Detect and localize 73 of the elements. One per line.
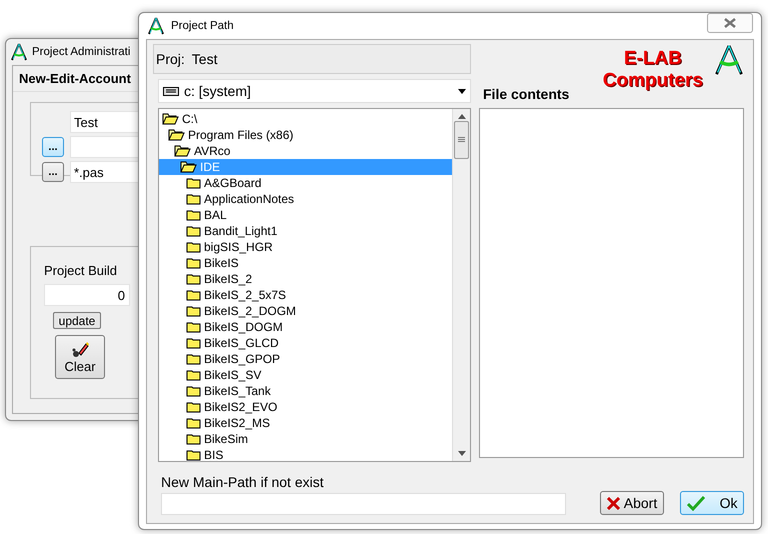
folder-icon	[186, 321, 201, 333]
folder-icon	[186, 433, 201, 445]
folder-item[interactable]: BikeIS_2_DOGM	[159, 303, 452, 319]
drive-icon	[163, 86, 179, 96]
new-path-label: New Main-Path if not exist	[161, 474, 325, 490]
folder-item[interactable]: BIS	[159, 447, 452, 461]
folder-item[interactable]: BikeIS_GPOP	[159, 351, 452, 367]
open-folder-icon	[174, 145, 191, 157]
folder-item[interactable]: BikeIS_GLCD	[159, 335, 452, 351]
eraser-icon	[71, 340, 89, 356]
folder-list[interactable]	[158, 108, 471, 462]
folder-icon	[186, 369, 201, 381]
file-contents-label: File contents	[483, 86, 570, 102]
folder-icon	[186, 401, 201, 413]
checkmark-icon	[686, 496, 705, 510]
clear-button[interactable]: Clear	[55, 335, 105, 379]
close-icon	[724, 18, 736, 28]
app-logo-icon	[147, 17, 165, 35]
folder-item[interactable]: bigSIS_HGR	[159, 239, 452, 255]
folder-icon	[186, 177, 201, 189]
build-label: Project Build	[44, 263, 118, 278]
folder-icon	[186, 305, 201, 317]
folder-item[interactable]: BikeSim	[159, 431, 452, 447]
grip-icon	[458, 137, 465, 143]
drive-dropdown[interactable]: c: [system]	[158, 79, 471, 103]
window-title: Project Administrati	[32, 46, 130, 58]
scroll-up-icon	[458, 114, 466, 119]
folder-item[interactable]: BikeIS	[159, 255, 452, 271]
folder-icon	[186, 273, 201, 285]
folder-icon	[186, 417, 201, 429]
folder-item[interactable]: BikeIS_2	[159, 271, 452, 287]
folder-item[interactable]: AVRco	[159, 143, 452, 159]
folder-icon	[186, 241, 201, 253]
window-title: Project Path	[171, 20, 234, 32]
scrollbar[interactable]	[452, 109, 470, 461]
x-icon	[606, 496, 620, 510]
folder-item[interactable]: BAL	[159, 207, 452, 223]
folder-item[interactable]: BikeIS_DOGM	[159, 319, 452, 335]
scroll-thumb[interactable]	[454, 121, 469, 159]
compass-logo-drawing	[713, 44, 745, 76]
open-folder-icon	[180, 161, 197, 173]
caret-icon	[458, 88, 466, 94]
build-field[interactable]: 0	[44, 284, 130, 306]
folder-icon	[186, 385, 201, 397]
folder-icon	[186, 289, 201, 301]
open-folder-icon	[168, 129, 185, 141]
close-button[interactable]	[707, 13, 753, 33]
new-path-field[interactable]	[161, 493, 566, 515]
folder-icon	[186, 257, 201, 269]
folder-item[interactable]: BikeIS_2_5x7S	[159, 287, 452, 303]
folder-item[interactable]: Bandit_Light1	[159, 223, 452, 239]
scroll-down-icon	[458, 451, 466, 456]
app-logo-icon	[10, 43, 28, 61]
folder-icon	[186, 193, 201, 205]
project-name: Test	[192, 51, 218, 67]
ok-button[interactable]: Ok	[680, 491, 744, 515]
browse-button[interactable]: ...	[42, 137, 64, 157]
folder-icon	[186, 209, 201, 221]
folder-item[interactable]: BikeIS2_EVO	[159, 399, 452, 415]
folder-item[interactable]: BikeIS_SV	[159, 367, 452, 383]
brand-logo-text: E-LAB Computers	[602, 48, 703, 92]
browse-button[interactable]: ...	[42, 162, 64, 182]
project-label: Proj:	[156, 51, 185, 67]
folder-item[interactable]: ApplicationNotes	[159, 191, 452, 207]
folder-item[interactable]: BikeIS2_MS	[159, 415, 452, 431]
abort-button[interactable]: Abort	[600, 491, 664, 515]
folder-icon	[186, 337, 201, 349]
folder-icon	[186, 353, 201, 365]
folder-icon	[186, 449, 201, 461]
folder-icon	[186, 225, 201, 237]
update-button[interactable]: update	[53, 312, 101, 329]
folder-item[interactable]: BikeIS_Tank	[159, 383, 452, 399]
open-folder-icon	[162, 113, 179, 125]
